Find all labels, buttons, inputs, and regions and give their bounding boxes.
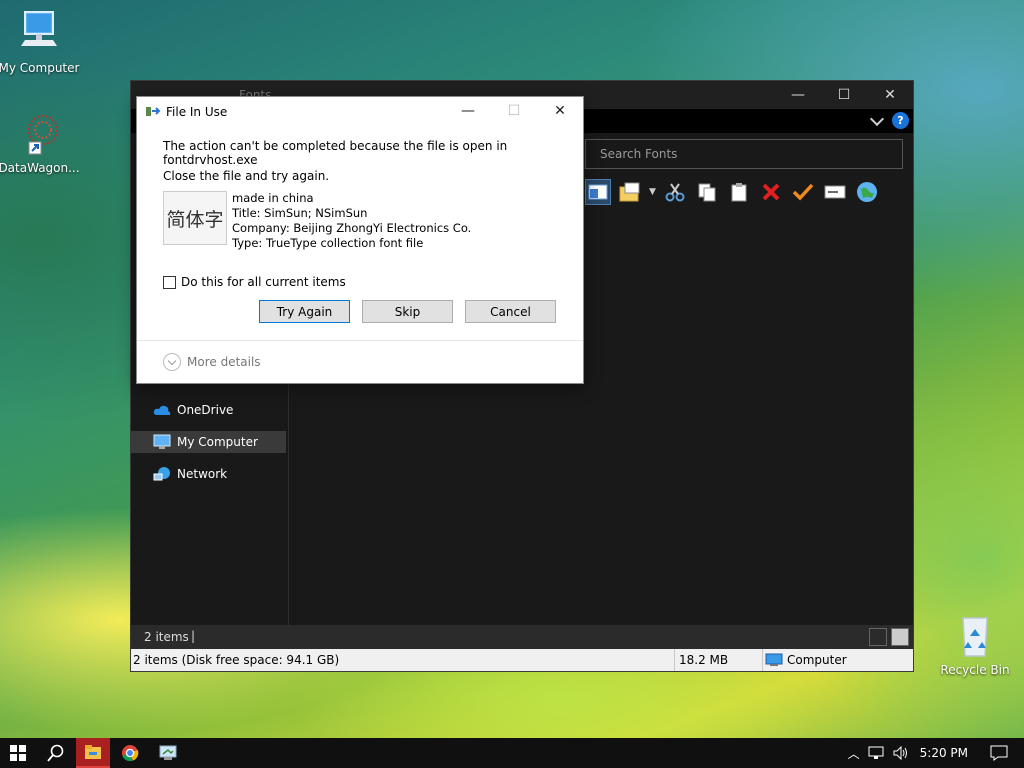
cut-button[interactable]	[662, 179, 688, 205]
checkmark-icon	[792, 183, 814, 201]
file-info: made in china Title: SimSun; NSimSun Com…	[232, 191, 471, 251]
apply-to-all-label: Do this for all current items	[181, 275, 346, 289]
scissors-icon	[665, 183, 685, 202]
folder-options-button[interactable]	[617, 179, 643, 205]
explorer-toolbar: ▼	[585, 177, 913, 207]
file-info-line: Title: SimSun; NSimSun	[232, 206, 368, 220]
details-view-button[interactable]	[869, 628, 887, 646]
navigation-pane: OneDrive My Computer Network	[131, 381, 289, 625]
try-again-button[interactable]: Try Again	[259, 300, 350, 323]
expand-circle-icon	[163, 353, 181, 371]
status-summary: 2 items (Disk free space: 94.1 GB)	[133, 649, 675, 671]
show-hidden-icons-icon[interactable]: ︿	[848, 745, 860, 762]
remote-desktop-icon	[159, 745, 177, 760]
minimize-button[interactable]: —	[775, 81, 821, 109]
start-button[interactable]	[0, 738, 36, 768]
computer-icon	[765, 653, 783, 666]
delete-x-icon	[762, 183, 780, 201]
explorer-statusbar: 2 items (Disk free space: 94.1 GB) 18.2 …	[131, 649, 913, 671]
nav-item-network[interactable]: Network	[131, 463, 286, 485]
cancel-button[interactable]: Cancel	[465, 300, 556, 323]
nav-item-label: OneDrive	[177, 403, 234, 417]
taskbar: ︿ 5:20 PM	[0, 738, 1024, 768]
nav-item-onedrive[interactable]: OneDrive	[131, 399, 286, 421]
file-info-line: Company: Beijing ZhongYi Electronics Co.	[232, 221, 472, 235]
search-input[interactable]: Search Fonts	[585, 139, 903, 169]
windows-logo-icon	[10, 745, 26, 761]
item-count: 2 items	[144, 630, 189, 644]
computer-icon	[21, 11, 57, 46]
computer-icon	[153, 434, 171, 449]
font-file-thumbnail: 简体字	[163, 191, 227, 245]
dialog-titlebar[interactable]: File In Use — ☐ ✕	[137, 97, 583, 125]
network-icon	[153, 467, 170, 481]
dialog-close-button[interactable]: ✕	[537, 97, 583, 125]
rename-button[interactable]	[822, 179, 848, 205]
skip-button[interactable]: Skip	[362, 300, 453, 323]
dialog-divider	[137, 340, 583, 341]
dialog-title: File In Use	[166, 105, 228, 119]
status-location: Computer	[765, 649, 905, 671]
notification-center-icon[interactable]	[990, 745, 1008, 761]
datawagon-icon	[28, 115, 58, 155]
ribbon-expand-icon[interactable]	[869, 111, 885, 126]
maximize-button[interactable]: ☐	[821, 81, 867, 109]
search-button[interactable]	[38, 738, 74, 768]
copy-button[interactable]	[694, 179, 720, 205]
desktop-icon-datawagon[interactable]: DataWagon...	[0, 110, 84, 175]
file-info-line: made in china	[232, 191, 314, 205]
nav-item-my-computer[interactable]: My Computer	[131, 431, 286, 453]
search-icon	[47, 744, 64, 762]
preview-pane-button[interactable]	[585, 179, 611, 205]
desktop-icon-recycle-bin[interactable]: Recycle Bin	[930, 612, 1020, 677]
dialog-maximize-button: ☐	[507, 103, 521, 119]
rename-icon	[824, 185, 846, 199]
dropdown-arrow-icon[interactable]: ▼	[649, 187, 656, 197]
system-tray: ︿ 5:20 PM	[848, 738, 1024, 768]
file-info-line: Type: TrueType collection font file	[232, 236, 424, 250]
taskbar-chrome[interactable]	[113, 738, 147, 768]
explorer-status-strip: 2 items |	[131, 625, 913, 649]
clipboard-icon	[731, 183, 747, 202]
paste-button[interactable]	[726, 179, 752, 205]
network-status-icon[interactable]	[868, 745, 886, 761]
large-icons-view-button[interactable]	[891, 628, 909, 646]
dialog-message: The action can't be completed because th…	[163, 139, 508, 167]
onedrive-icon	[153, 405, 171, 415]
dialog-instruction: Close the file and try again.	[163, 169, 330, 183]
dialog-minimize-button[interactable]: —	[445, 97, 491, 125]
preview-pane-icon	[588, 184, 608, 200]
desktop-icon-label: DataWagon...	[0, 161, 80, 175]
file-move-icon	[146, 107, 161, 116]
volume-icon[interactable]	[892, 745, 910, 761]
more-details-label: More details	[187, 355, 261, 369]
file-in-use-dialog: File In Use — ☐ ✕ The action can't be co…	[136, 96, 584, 384]
globe-button[interactable]	[854, 179, 880, 205]
more-details-toggle[interactable]: More details	[163, 353, 261, 371]
clock[interactable]: 5:20 PM	[920, 746, 968, 760]
apply-to-all-checkbox-row[interactable]: Do this for all current items	[163, 275, 346, 289]
desktop-icon-label: My Computer	[0, 61, 80, 75]
nav-item-label: Network	[177, 467, 228, 481]
globe-icon	[856, 182, 877, 202]
status-size: 18.2 MB	[679, 649, 763, 671]
close-button[interactable]: ✕	[867, 81, 913, 109]
apply-to-all-checkbox[interactable]	[163, 275, 176, 289]
help-icon[interactable]: ?	[892, 112, 909, 129]
desktop-icon-my-computer[interactable]: My Computer	[0, 10, 84, 75]
status-location-label: Computer	[787, 653, 847, 667]
nav-item-label: My Computer	[177, 435, 258, 449]
chrome-icon	[122, 745, 139, 762]
taskbar-rdp-app[interactable]	[150, 738, 186, 768]
delete-button[interactable]	[758, 179, 784, 205]
recycle-bin-icon	[962, 617, 988, 657]
file-explorer-icon	[85, 745, 101, 759]
desktop-icon-label: Recycle Bin	[940, 663, 1010, 677]
folder-icon	[619, 182, 640, 202]
properties-check-button[interactable]	[790, 179, 816, 205]
taskbar-file-explorer[interactable]	[76, 738, 110, 768]
text-cursor: |	[191, 629, 196, 643]
copy-icon	[698, 183, 716, 202]
